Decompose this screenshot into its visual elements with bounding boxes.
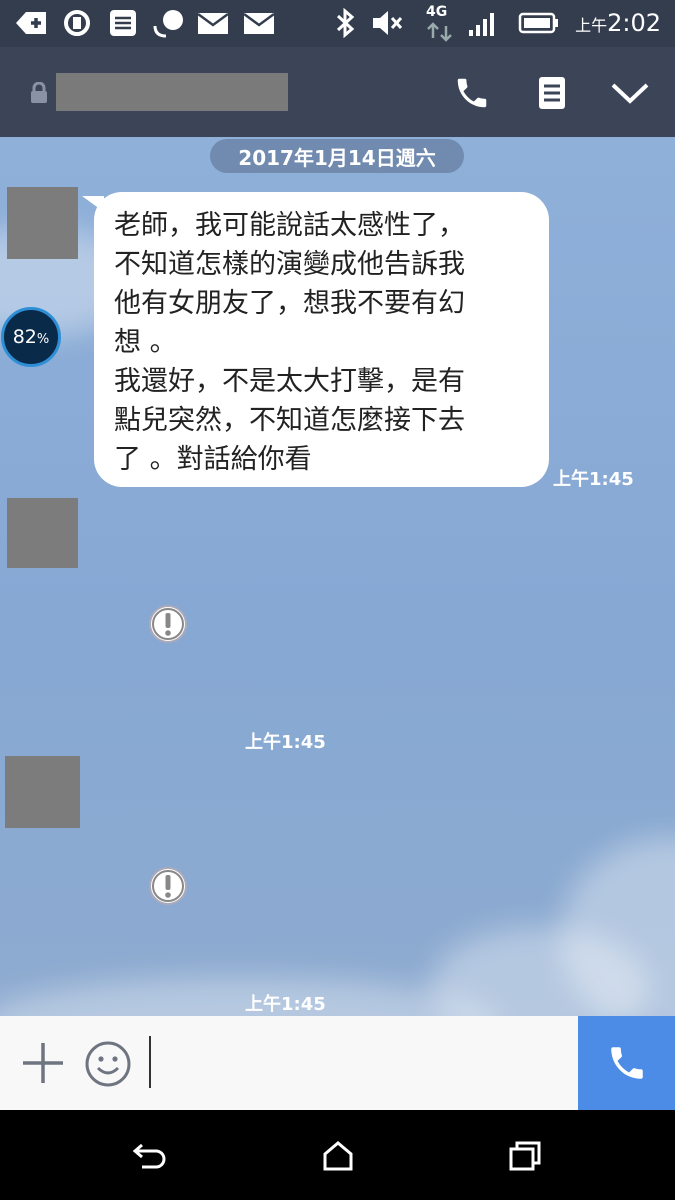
- mail-icon: [197, 12, 229, 34]
- phone-icon: [457, 78, 487, 108]
- mail-icon: [243, 12, 275, 34]
- chat-icon: [153, 10, 183, 38]
- sync-icon: [64, 10, 90, 36]
- voice-call-button[interactable]: [578, 1016, 675, 1110]
- mute-icon: [373, 11, 403, 35]
- recents-icon: [509, 1141, 541, 1171]
- notes-button[interactable]: [530, 71, 574, 115]
- back-icon: [132, 1143, 166, 1169]
- status-bar: 4G 上午2:02: [0, 0, 675, 47]
- call-button[interactable]: [450, 71, 494, 115]
- note-icon: [539, 77, 565, 109]
- menu-toggle-button[interactable]: [608, 71, 652, 115]
- avatar[interactable]: [7, 498, 78, 568]
- emoji-icon[interactable]: [84, 1040, 132, 1088]
- error-icon[interactable]: [148, 866, 188, 906]
- message-input[interactable]: [152, 1034, 576, 1094]
- message-time: 上午1:45: [245, 994, 326, 1015]
- plus-icon[interactable]: [20, 1040, 66, 1086]
- signal-icon: [469, 13, 494, 36]
- avatar[interactable]: [7, 187, 78, 259]
- contact-name-redacted: [56, 73, 288, 111]
- lock-icon: [31, 82, 47, 103]
- input-bar: [0, 1016, 675, 1110]
- message-bubble[interactable]: 老師，我可能說話太感性了， 不知道怎樣的演變成他告訴我 他有女朋友了，想我不要有…: [82, 192, 549, 487]
- battery-floating-badge[interactable]: 82%: [1, 307, 61, 367]
- call-icon: [610, 1047, 643, 1079]
- network-4g-icon: 4G: [424, 4, 456, 42]
- recents-button[interactable]: [503, 1134, 547, 1178]
- bubble-tail: [82, 196, 104, 212]
- text-cursor: [149, 1036, 151, 1088]
- status-time: 上午2:02: [575, 9, 661, 37]
- back-button[interactable]: [128, 1134, 172, 1178]
- chevron-down-icon: [611, 83, 649, 104]
- add-notification-icon: [16, 12, 46, 34]
- error-icon[interactable]: [148, 604, 188, 644]
- message-time: 上午1:45: [245, 732, 326, 753]
- battery-icon: [518, 12, 558, 34]
- chat-area[interactable]: 2017年1月14日週六 82% 老師，我可能說話太感性了， 不知道怎樣的演變成…: [0, 137, 675, 1016]
- home-icon: [323, 1141, 353, 1171]
- message-text: 老師，我可能說話太感性了， 不知道怎樣的演變成他告訴我 他有女朋友了，想我不要有…: [114, 210, 465, 475]
- bluetooth-icon: [336, 8, 355, 38]
- home-button[interactable]: [316, 1134, 360, 1178]
- navigation-bar: [0, 1110, 675, 1200]
- date-separator: 2017年1月14日週六: [210, 139, 464, 173]
- avatar[interactable]: [5, 756, 80, 828]
- chat-header: [0, 47, 675, 137]
- document-icon: [110, 10, 136, 36]
- message-time: 上午1:45: [553, 469, 634, 490]
